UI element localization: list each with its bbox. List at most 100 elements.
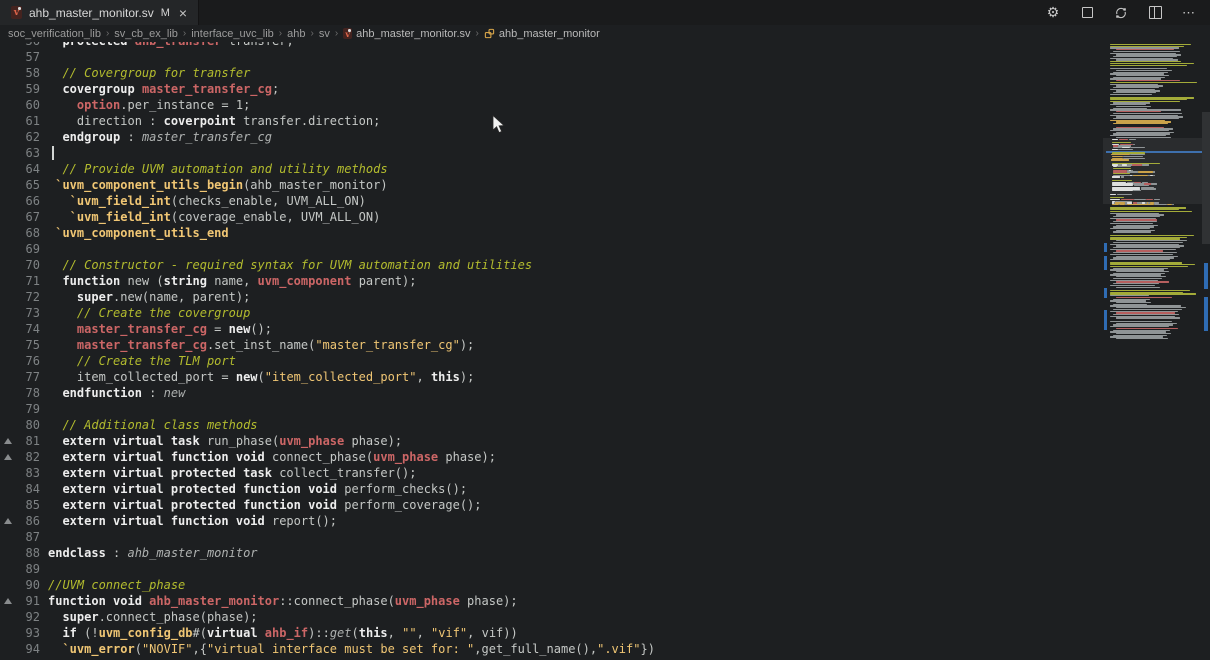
code-token: // Create the TLM port xyxy=(77,354,236,368)
code-line[interactable]: 57 xyxy=(0,49,1105,65)
code-line[interactable]: 63 xyxy=(0,145,1105,161)
code-token: (coverage_enable, UVM_ALL_ON) xyxy=(171,210,381,224)
line-text: item_collected_port = new("item_collecte… xyxy=(40,369,474,385)
code-line[interactable]: 85 extern virtual protected function voi… xyxy=(0,497,1105,513)
code-token: ):: xyxy=(308,626,330,640)
minimap-line xyxy=(1127,204,1155,205)
code-line[interactable]: 82 extern virtual function void connect_… xyxy=(0,449,1105,465)
code-line[interactable]: 93 if (!uvm_config_db#(virtual ahb_if)::… xyxy=(0,625,1105,641)
code-line[interactable]: 58 // Covergroup for transfer xyxy=(0,65,1105,81)
code-line[interactable]: 89 xyxy=(0,561,1105,577)
line-text: protected ahb_transfer transfer; xyxy=(40,42,294,49)
split-editor-icon[interactable] xyxy=(1147,5,1163,21)
gutter-marker-slot xyxy=(0,561,16,577)
line-number: 71 xyxy=(16,273,40,289)
line-number: 90 xyxy=(16,577,40,593)
minimap-line xyxy=(1151,183,1157,184)
gutter-marker-slot xyxy=(0,42,16,49)
code-line[interactable]: 61 direction : coverpoint transfer.direc… xyxy=(0,113,1105,129)
line-number: 93 xyxy=(16,625,40,641)
code-line[interactable]: 60 option.per_instance = 1; xyxy=(0,97,1105,113)
code-token xyxy=(48,514,62,528)
code-line[interactable]: 74 master_transfer_cg = new(); xyxy=(0,321,1105,337)
code-line[interactable]: 81 extern virtual task run_phase(uvm_pha… xyxy=(0,433,1105,449)
breadcrumb-item[interactable]: sv xyxy=(319,28,330,40)
close-icon[interactable]: × xyxy=(179,6,187,20)
code-line[interactable]: 87 xyxy=(0,529,1105,545)
minimap-line xyxy=(1141,188,1156,189)
code-line[interactable]: 70 // Constructor - required syntax for … xyxy=(0,257,1105,273)
code-line[interactable]: 64 // Provide UVM automation and utility… xyxy=(0,161,1105,177)
code-token: collect_transfer(); xyxy=(272,466,417,480)
code-token: master_transfer_cg xyxy=(77,322,207,336)
code-token: extern virtual protected function void xyxy=(62,482,337,496)
editor-actions: ⚙ ⋯ xyxy=(1045,0,1210,25)
square-icon[interactable] xyxy=(1079,5,1095,21)
code-line[interactable]: 56 protected ahb_transfer transfer; xyxy=(0,42,1105,49)
code-token: coverpoint xyxy=(164,114,236,128)
minimap-line xyxy=(1113,242,1183,243)
breadcrumb-symbol[interactable]: ahb_master_monitor xyxy=(499,28,600,40)
code-token: "" xyxy=(402,626,416,640)
breadcrumb-item[interactable]: soc_verification_lib xyxy=(8,28,101,40)
breadcrumb-item[interactable]: sv_cb_ex_lib xyxy=(114,28,178,40)
code-line[interactable]: 91function void ahb_master_monitor::conn… xyxy=(0,593,1105,609)
minimap[interactable] xyxy=(1103,42,1202,660)
code-line[interactable]: 88endclass : ahb_master_monitor xyxy=(0,545,1105,561)
minimap-line xyxy=(1154,199,1160,200)
minimap-line xyxy=(1110,254,1173,255)
code-line[interactable]: 84 extern virtual protected function voi… xyxy=(0,481,1105,497)
line-number: 59 xyxy=(16,81,40,97)
code-line[interactable]: 92 super.connect_phase(phase); xyxy=(0,609,1105,625)
scrollbar[interactable] xyxy=(1202,42,1210,660)
line-text: `uvm_field_int(coverage_enable, UVM_ALL_… xyxy=(40,209,380,225)
code-line[interactable]: 67 `uvm_field_int(coverage_enable, UVM_A… xyxy=(0,209,1105,225)
breadcrumb-item[interactable]: interface_uvc_lib xyxy=(191,28,274,40)
gutter-marker-icon xyxy=(0,433,16,449)
code-line[interactable]: 65 `uvm_component_utils_begin(ahb_master… xyxy=(0,177,1105,193)
code-token xyxy=(48,258,62,272)
gutter-marker-slot xyxy=(0,401,16,417)
scrollbar-slider[interactable] xyxy=(1202,112,1210,244)
code-token: .set_inst_name( xyxy=(207,338,315,352)
minimap-line xyxy=(1112,156,1123,157)
minimap-line xyxy=(1112,204,1120,205)
more-actions-icon[interactable]: ⋯ xyxy=(1181,5,1197,21)
line-number: 78 xyxy=(16,385,40,401)
code-line[interactable]: 73 // Create the covergroup xyxy=(0,305,1105,321)
code-line[interactable]: 90//UVM connect_phase xyxy=(0,577,1105,593)
minimap-line xyxy=(1120,149,1134,150)
code-token: uvm_phase xyxy=(279,434,344,448)
code-token: "master_transfer_cg" xyxy=(315,338,460,352)
code-line[interactable]: 80 // Additional class methods xyxy=(0,417,1105,433)
code-line[interactable]: 79 xyxy=(0,401,1105,417)
code-line[interactable]: 94 `uvm_error("NOVIF",{"virtual interfac… xyxy=(0,641,1105,657)
code-token: endgroup xyxy=(62,130,120,144)
breadcrumb-file[interactable]: ahb_master_monitor.sv xyxy=(356,28,470,40)
code-token xyxy=(48,306,77,320)
code-line[interactable]: 76 // Create the TLM port xyxy=(0,353,1105,369)
code-line[interactable]: 78 endfunction : new xyxy=(0,385,1105,401)
tab-ahb-master-monitor[interactable]: v ahb_master_monitor.sv M × xyxy=(0,0,199,25)
synchronize-icon[interactable] xyxy=(1113,5,1129,21)
code-line[interactable]: 75 master_transfer_cg.set_inst_name("mas… xyxy=(0,337,1105,353)
minimap-line xyxy=(1116,287,1160,288)
symbol-class-icon xyxy=(484,28,495,39)
code-line[interactable]: 77 item_collected_port = new("item_colle… xyxy=(0,369,1105,385)
code-line[interactable]: 59 covergroup master_transfer_cg; xyxy=(0,81,1105,97)
code-editor[interactable]: 56 protected ahb_transfer transfer;5758 … xyxy=(0,42,1105,660)
code-line[interactable]: 62 endgroup : master_transfer_cg xyxy=(0,129,1105,145)
line-text: extern virtual function void report(); xyxy=(40,513,337,529)
gutter-marker-slot xyxy=(0,209,16,225)
code-line[interactable]: 83 extern virtual protected task collect… xyxy=(0,465,1105,481)
code-line[interactable]: 69 xyxy=(0,241,1105,257)
code-line[interactable]: 66 `uvm_field_int(checks_enable, UVM_ALL… xyxy=(0,193,1105,209)
settings-gear-icon[interactable]: ⚙ xyxy=(1045,5,1061,21)
gutter-marker-slot xyxy=(0,481,16,497)
code-line[interactable]: 72 super.new(name, parent); xyxy=(0,289,1105,305)
code-line[interactable]: 71 function new (string name, uvm_compon… xyxy=(0,273,1105,289)
code-line[interactable]: 68 `uvm_component_utils_end xyxy=(0,225,1105,241)
code-token: "item_collected_port" xyxy=(265,370,417,384)
code-line[interactable]: 86 extern virtual function void report()… xyxy=(0,513,1105,529)
breadcrumb-item[interactable]: ahb xyxy=(287,28,305,40)
